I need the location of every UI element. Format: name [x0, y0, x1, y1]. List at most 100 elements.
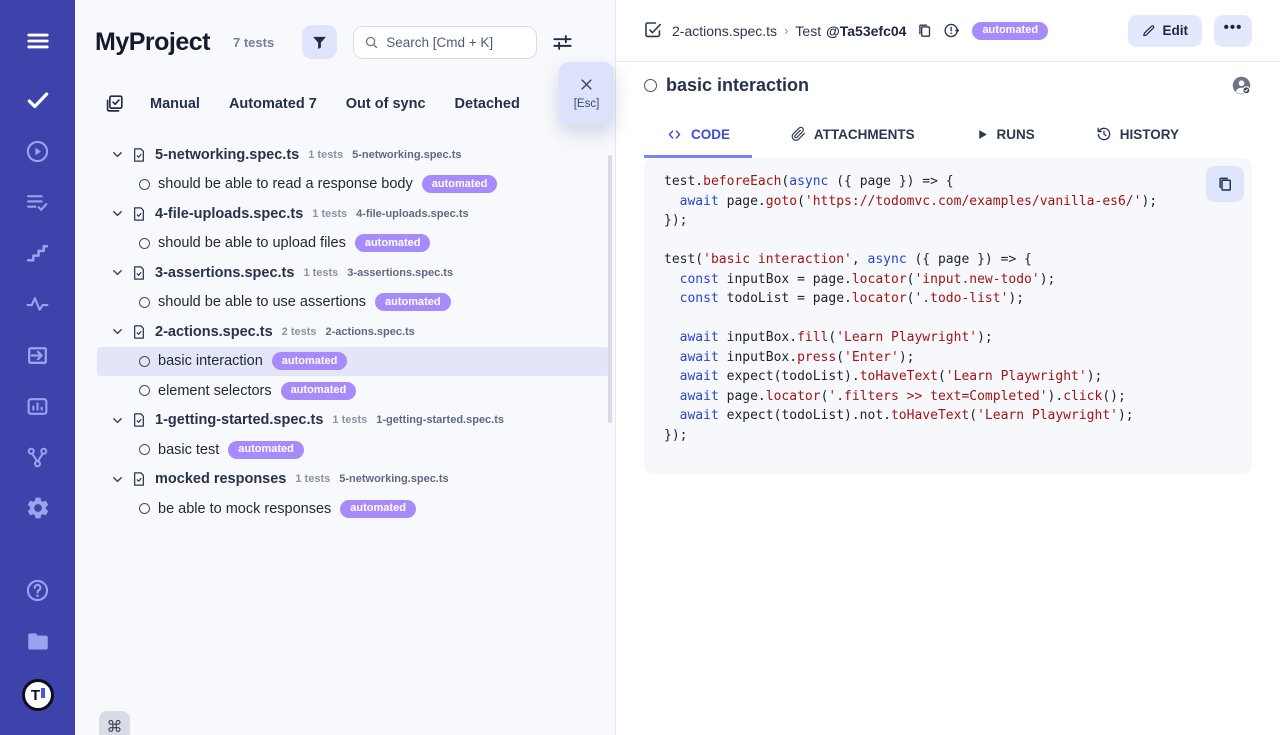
copy-code-button[interactable] — [1206, 166, 1244, 202]
test-detail-panel: 2-actions.spec.ts › Test @Ta53efc04 auto… — [615, 0, 1280, 735]
automated-badge: automated — [228, 441, 304, 459]
spec-test-count: 1 tests — [308, 149, 343, 161]
chevron-down-icon[interactable] — [111, 473, 124, 486]
folder-icon[interactable] — [25, 628, 51, 654]
chevron-down-icon[interactable] — [111, 266, 124, 279]
detail-tabs: CODE ATTACHMENTS RUNS HISTORY — [644, 117, 1201, 158]
test-row[interactable]: should be able to read a response bodyau… — [97, 170, 609, 200]
test-title-row: basic interaction — [644, 75, 1252, 96]
close-filter-popup[interactable]: [Esc] — [559, 62, 614, 125]
chevron-down-icon[interactable] — [111, 148, 124, 161]
analytics-icon[interactable] — [25, 393, 51, 419]
chevron-down-icon[interactable] — [111, 207, 124, 220]
search-input[interactable] — [386, 35, 526, 50]
tab-history[interactable]: HISTORY — [1074, 117, 1201, 158]
filter-tab-manual[interactable]: Manual — [150, 96, 200, 112]
test-title: basic interaction — [666, 75, 809, 96]
code-line: await expect(todoList).not.toHaveText('L… — [664, 406, 1232, 426]
logo-icon[interactable]: T — [22, 679, 54, 711]
search-box[interactable] — [353, 26, 537, 59]
filter-button[interactable] — [302, 25, 337, 59]
tree-scrollbar[interactable] — [608, 155, 612, 423]
edit-button[interactable]: Edit — [1128, 15, 1203, 47]
detail-body: basic interaction CODE ATTACHMENTS RUNS HIS… — [616, 62, 1280, 735]
code-line: }); — [664, 211, 1232, 231]
filter-tab-automated[interactable]: Automated 7 — [229, 96, 317, 112]
code-line — [664, 309, 1232, 329]
spec-file-row[interactable]: 5-networking.spec.ts1 tests5-networking.… — [97, 140, 609, 170]
more-options-button[interactable]: ••• — [1214, 15, 1252, 47]
status-badge: automated — [972, 22, 1048, 40]
filter-tab-out-of-sync[interactable]: Out of sync — [346, 96, 426, 112]
code-icon — [666, 127, 683, 142]
spec-file-row[interactable]: mocked responses1 tests5-networking.spec… — [97, 465, 609, 495]
esc-hint: [Esc] — [574, 98, 600, 110]
play-circle-icon[interactable] — [25, 138, 51, 164]
task-check-icon — [644, 21, 663, 40]
spec-file-row[interactable]: 3-assertions.spec.ts1 tests3-assertions.… — [97, 258, 609, 288]
filter-tab-detached[interactable]: Detached — [455, 96, 520, 112]
code-line: }); — [664, 426, 1232, 446]
spec-file-name: 5-networking.spec.ts — [155, 147, 299, 163]
pencil-icon — [1142, 24, 1156, 38]
play-icon — [976, 128, 989, 141]
code-line: await page.locator('.filters >> text=Com… — [664, 387, 1232, 407]
tab-code[interactable]: CODE — [644, 117, 752, 158]
spec-file-name: mocked responses — [155, 471, 286, 487]
test-circle-icon — [139, 385, 150, 396]
code-lines[interactable]: test.beforeEach(async ({ page }) => { aw… — [664, 172, 1232, 445]
test-label: should be able to upload files — [158, 235, 346, 251]
test-circle-icon — [139, 503, 150, 514]
breadcrumb-file[interactable]: 2-actions.spec.ts — [672, 23, 777, 39]
test-circle-icon — [139, 179, 150, 190]
test-row[interactable]: should be able to use assertionsautomate… — [97, 288, 609, 318]
test-row[interactable]: should be able to upload filesautomated — [97, 229, 609, 259]
chevron-down-icon[interactable] — [111, 325, 124, 338]
detail-header: 2-actions.spec.ts › Test @Ta53efc04 auto… — [616, 0, 1280, 62]
test-row[interactable]: basic testautomated — [97, 435, 609, 465]
branches-icon[interactable] — [25, 444, 51, 470]
spec-file-row[interactable]: 2-actions.spec.ts2 tests2-actions.spec.t… — [97, 317, 609, 347]
automated-badge: automated — [272, 352, 348, 370]
spec-test-count: 2 tests — [282, 326, 317, 338]
test-circle-icon — [139, 444, 150, 455]
copy-id-icon[interactable] — [916, 22, 933, 39]
spec-file-path: 1-getting-started.spec.ts — [376, 414, 504, 426]
test-row[interactable]: element selectorsautomated — [97, 376, 609, 406]
test-row[interactable]: basic interaction automated — [97, 347, 609, 377]
tests-check-icon[interactable] — [25, 87, 51, 113]
chevron-down-icon[interactable] — [111, 414, 124, 427]
automated-badge: automated — [340, 500, 416, 518]
help-icon[interactable] — [25, 577, 51, 603]
code-block: test.beforeEach(async ({ page }) => { aw… — [644, 158, 1252, 474]
test-id[interactable]: @Ta53efc04 — [826, 23, 906, 39]
tests-count: 7 tests — [233, 35, 274, 50]
test-status-circle-icon — [644, 79, 657, 92]
assignee-avatar[interactable] — [1231, 75, 1252, 96]
search-icon — [364, 35, 379, 50]
select-all-icon[interactable] — [103, 93, 125, 115]
steps-icon[interactable] — [25, 240, 51, 266]
test-label: element selectors — [158, 383, 272, 399]
spec-file-icon — [131, 265, 147, 281]
import-icon[interactable] — [25, 342, 51, 368]
code-line: const inputBox = page.locator('input.new… — [664, 270, 1232, 290]
activity-icon[interactable] — [25, 291, 51, 317]
spec-file-row[interactable]: 1-getting-started.spec.ts1 tests1-gettin… — [97, 406, 609, 436]
breadcrumb-separator: › — [784, 23, 788, 38]
menu-icon[interactable] — [25, 28, 51, 54]
test-label: basic interaction — [158, 353, 263, 369]
sync-status-icon[interactable] — [943, 22, 960, 39]
spec-file-row[interactable]: 4-file-uploads.spec.ts1 tests4-file-uplo… — [97, 199, 609, 229]
tab-runs[interactable]: RUNS — [954, 117, 1057, 158]
test-row[interactable]: be able to mock responsesautomated — [97, 494, 609, 524]
app-window: T MyProject 7 tests — [0, 0, 1280, 735]
code-line: await expect(todoList).toHaveText('Learn… — [664, 367, 1232, 387]
code-line: await inputBox.fill('Learn Playwright'); — [664, 328, 1232, 348]
tab-attachments[interactable]: ATTACHMENTS — [769, 117, 937, 158]
tests-panel: MyProject 7 tests Manual Autom — [75, 0, 615, 735]
settings-gear-icon[interactable] — [25, 495, 51, 521]
display-settings-icon[interactable] — [551, 31, 574, 54]
spec-file-icon — [131, 412, 147, 428]
playlist-check-icon[interactable] — [25, 189, 51, 215]
